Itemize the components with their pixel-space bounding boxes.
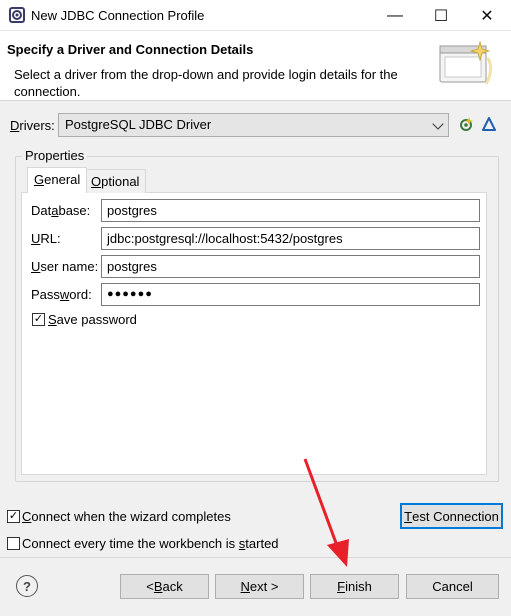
test-connection-button[interactable]: Test Connection [400,503,503,529]
edit-driver-icon[interactable] [481,116,497,132]
drivers-label: Drivers: [10,118,55,133]
close-icon: ✕ [480,7,494,25]
new-driver-icon[interactable] [458,116,474,132]
check-icon: ✓ [33,313,44,325]
app-icon [9,7,25,23]
maximize-icon: ☐ [433,7,449,25]
annotation-arrow [303,458,349,567]
driver-select-value: PostgreSQL JDBC Driver [65,117,212,132]
window-title: New JDBC Connection Profile [31,8,205,23]
database-label: Database: [31,203,91,218]
back-button[interactable]: < Back [120,574,209,599]
password-label: Password: [31,287,92,302]
page-description: Select a driver from the drop-down and p… [14,67,398,99]
save-password-label: Save password [48,312,137,327]
tab-optional[interactable]: Optional [84,169,147,193]
chevron-down-icon [432,118,444,130]
minimize-button[interactable]: — [372,0,418,31]
tab-general[interactable]: General [27,167,88,193]
connect-on-complete-label: Connect when the wizard completes [22,509,231,524]
driver-select[interactable]: PostgreSQL JDBC Driver [58,113,449,137]
help-icon: ? [23,578,31,594]
minimize-icon: — [387,6,403,24]
user-name-label: User name: [31,259,99,274]
connect-every-time-checkbox[interactable] [7,537,20,550]
cancel-button[interactable]: Cancel [406,574,499,599]
next-button[interactable]: Next > [215,574,304,599]
password-field[interactable]: ●●●●●● [101,283,480,306]
url-field[interactable]: jdbc:postgresql://localhost:5432/postgre… [101,227,480,250]
close-button[interactable]: ✕ [464,0,510,31]
finish-button[interactable]: Finish [310,574,399,599]
page-title: Specify a Driver and Connection Details [7,42,254,57]
url-label: URL: [31,231,61,246]
user-name-field[interactable]: postgres [101,255,480,278]
connect-on-complete-checkbox[interactable]: ✓ [7,510,20,523]
footer-separator [0,557,511,558]
check-icon: ✓ [8,510,19,522]
database-field[interactable]: postgres [101,199,480,222]
wizard-banner-icon [436,40,498,90]
help-button[interactable]: ? [16,575,38,597]
maximize-button[interactable]: ☐ [418,0,464,31]
title-bar: New JDBC Connection Profile — ☐ ✕ [0,0,511,31]
save-password-checkbox[interactable]: ✓ [32,313,45,326]
properties-group-label: Properties [22,148,88,163]
connect-every-time-label: Connect every time the workbench is star… [22,536,279,551]
